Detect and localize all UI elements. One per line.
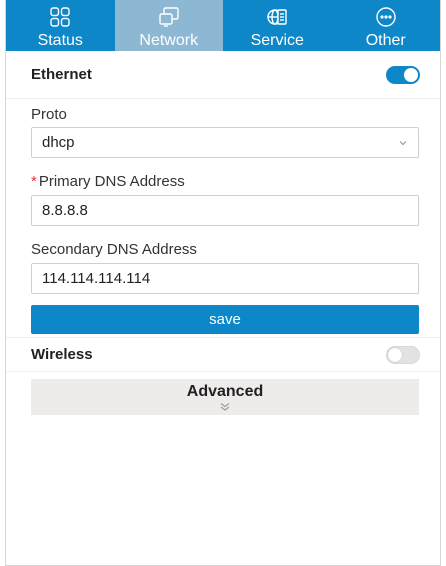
wireless-header: Wireless (6, 337, 440, 372)
save-button[interactable]: save (31, 305, 419, 334)
app-frame: Status Network Service Other Ethernet Pr… (5, 0, 441, 566)
wireless-title: Wireless (31, 346, 93, 363)
tab-other[interactable]: Other (332, 0, 441, 51)
toggle-knob (404, 67, 418, 82)
secondary-dns-input[interactable]: 114.114.114.114 (31, 263, 419, 294)
tab-status[interactable]: Status (6, 0, 115, 51)
proto-value: dhcp (42, 134, 75, 151)
double-chevron-down-icon (220, 403, 230, 411)
top-nav: Status Network Service Other (6, 0, 440, 51)
secondary-dns-value: 114.114.114.114 (42, 270, 151, 287)
more-circle-icon (376, 7, 396, 27)
grid-icon (50, 7, 70, 27)
tab-network[interactable]: Network (114, 0, 223, 51)
proto-select[interactable]: dhcp (31, 127, 419, 158)
primary-dns-input[interactable]: 8.8.8.8 (31, 195, 419, 226)
tab-status-label: Status (37, 32, 83, 49)
wireless-toggle[interactable] (386, 345, 420, 364)
ethernet-title: Ethernet (31, 66, 92, 83)
tab-other-label: Other (365, 32, 406, 49)
proto-label: Proto (31, 106, 67, 123)
secondary-dns-label: Secondary DNS Address (31, 241, 197, 258)
ethernet-toggle[interactable] (386, 65, 420, 84)
windows-icon (159, 7, 179, 27)
required-mark: * (31, 173, 37, 190)
advanced-button[interactable]: Advanced (31, 379, 419, 415)
tab-network-label: Network (139, 32, 199, 49)
ethernet-header: Ethernet (6, 51, 440, 99)
primary-dns-label: * Primary DNS Address (31, 172, 420, 192)
chevron-down-icon (399, 140, 407, 145)
tab-service-label: Service (250, 32, 304, 49)
secondary-dns-field: Secondary DNS Address 114.114.114.114 (6, 240, 440, 294)
tab-service[interactable]: Service (223, 0, 332, 51)
primary-dns-field: * Primary DNS Address 8.8.8.8 (6, 172, 440, 226)
primary-dns-value: 8.8.8.8 (42, 202, 88, 219)
proto-field: Proto dhcp (6, 105, 440, 158)
globe-doc-icon (267, 9, 287, 25)
advanced-label: Advanced (186, 383, 264, 400)
primary-dns-label-text: Primary DNS Address (38, 173, 185, 190)
main-content: Ethernet Proto dhcp * Primary DNS Address… (6, 51, 440, 415)
toggle-knob (388, 347, 402, 362)
